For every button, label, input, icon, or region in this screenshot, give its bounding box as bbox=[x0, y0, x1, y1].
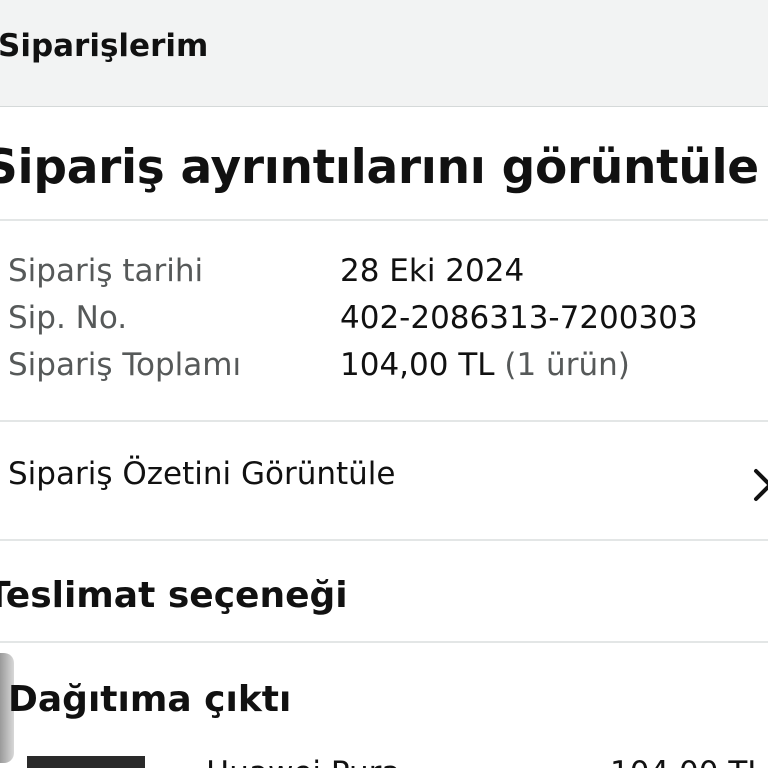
shipment-status: Dağıtıma çıktı bbox=[8, 679, 292, 720]
order-total-label: Sipariş Toplamı bbox=[8, 347, 242, 383]
product-price: 104,00 TL bbox=[610, 755, 765, 768]
product-name-link[interactable]: Huawei Pura bbox=[206, 755, 400, 768]
shipment-card: Dağıtıma çıktı Huawei Pura 104,00 TL bbox=[0, 643, 768, 768]
order-date-value: 28 Eki 2024 bbox=[340, 253, 525, 289]
delivery-option-title: Teslimat seçeneği bbox=[0, 575, 348, 616]
order-number-value: 402-2086313-7200303 bbox=[340, 300, 698, 336]
order-total-value-wrap: 104,00 TL (1 ürün) bbox=[340, 347, 630, 383]
page-title: Sipariş ayrıntılarını görüntüle bbox=[0, 140, 759, 195]
title-section: Sipariş ayrıntılarını görüntüle bbox=[0, 107, 768, 221]
order-total-row: Sipariş Toplamı 104,00 TL (1 ürün) bbox=[0, 347, 768, 393]
order-number-row: Sip. No. 402-2086313-7200303 bbox=[0, 300, 768, 346]
view-order-summary-label: Sipariş Özetini Görüntüle bbox=[8, 456, 396, 492]
product-thumbnail[interactable] bbox=[27, 756, 145, 768]
order-date-row: Sipariş tarihi 28 Eki 2024 bbox=[0, 253, 768, 299]
delivery-option-section: Teslimat seçeneği bbox=[0, 541, 768, 643]
order-total-value: 104,00 TL bbox=[340, 347, 495, 383]
order-details-page: Siparişlerim Sipariş ayrıntılarını görün… bbox=[0, 0, 768, 768]
order-date-label: Sipariş tarihi bbox=[8, 253, 204, 289]
order-details: Sipariş tarihi 28 Eki 2024 Sip. No. 402-… bbox=[0, 221, 768, 422]
top-bar: Siparişlerim bbox=[0, 0, 768, 107]
order-number-label: Sip. No. bbox=[8, 300, 128, 336]
order-item-count: (1 ürün) bbox=[504, 347, 630, 383]
chevron-right-icon bbox=[754, 469, 768, 501]
view-order-summary-link[interactable]: Sipariş Özetini Görüntüle bbox=[0, 422, 768, 541]
breadcrumb-my-orders[interactable]: Siparişlerim bbox=[0, 28, 208, 64]
